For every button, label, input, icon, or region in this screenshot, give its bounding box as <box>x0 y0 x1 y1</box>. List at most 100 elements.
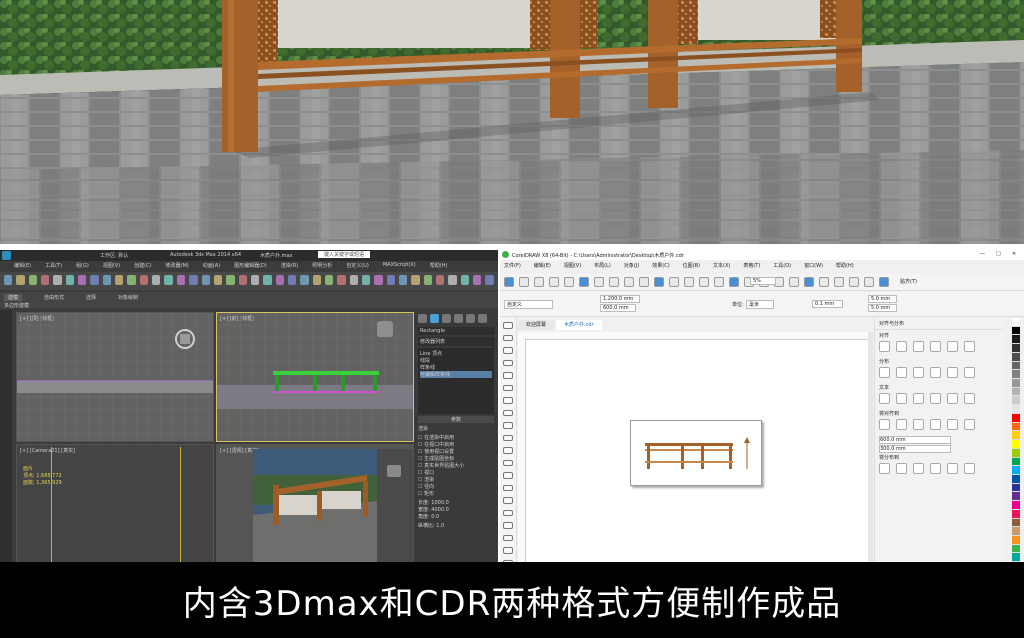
toolbar-icon[interactable] <box>337 275 346 285</box>
render-option-checkbox[interactable]: ☐ 径向 <box>418 483 494 490</box>
menu-item[interactable]: 帮助(H) <box>430 262 448 270</box>
render-option-checkbox[interactable]: ☐ 在视口中启用 <box>418 441 494 448</box>
ribbon-tab[interactable]: 自由形式 <box>44 294 64 301</box>
max-workspace[interactable]: 工作区: 默认 <box>100 252 128 259</box>
toolbar-icon[interactable] <box>639 277 649 287</box>
toolbar-icon[interactable] <box>460 275 470 285</box>
render-option-checkbox[interactable]: ☐ 矩形 <box>418 490 494 497</box>
toolbar-icon[interactable] <box>275 275 284 285</box>
palette-swatch[interactable] <box>1012 501 1020 510</box>
align-button[interactable] <box>930 419 941 430</box>
tool-icon[interactable] <box>503 434 513 441</box>
toolbar-icon[interactable] <box>819 277 829 287</box>
docker-field[interactable]: 300.0 mm <box>879 445 951 453</box>
toolbar-icon[interactable] <box>226 275 235 285</box>
menu-item[interactable]: 动画(A) <box>203 262 220 270</box>
palette-swatch[interactable] <box>1012 405 1020 414</box>
menu-item[interactable]: 工具(T) <box>45 262 62 270</box>
align-button[interactable] <box>930 367 941 378</box>
align-button[interactable] <box>879 393 890 404</box>
palette-swatch[interactable] <box>1012 370 1020 380</box>
toolbar-icon[interactable] <box>609 277 619 287</box>
palette-swatch[interactable] <box>1012 466 1020 475</box>
toolbar-icon[interactable] <box>349 275 358 285</box>
tab-document[interactable]: 木质户外.cdr <box>556 320 602 330</box>
align-button[interactable] <box>896 463 907 474</box>
toolbar-icon[interactable] <box>423 275 433 285</box>
toolbar-icon[interactable] <box>139 275 149 285</box>
toolbar-icon[interactable] <box>729 277 739 287</box>
menu-item[interactable]: 修改器(M) <box>166 262 189 270</box>
toolbar-icon[interactable] <box>519 277 529 287</box>
menu-item[interactable]: 视图(V) <box>103 262 120 270</box>
align-button[interactable] <box>879 341 890 352</box>
menu-item[interactable]: 窗口(W) <box>804 262 823 271</box>
toolbar-icon[interactable] <box>164 275 173 285</box>
command-tab-icon[interactable] <box>478 314 487 323</box>
toolbar-icon[interactable] <box>864 277 874 287</box>
toolbar-icon[interactable] <box>436 275 445 285</box>
menu-item[interactable]: MAXScript(X) <box>383 262 416 270</box>
toolbar-icon[interactable] <box>849 277 859 287</box>
palette-swatch[interactable] <box>1012 335 1020 345</box>
toolbar-icon[interactable] <box>4 275 13 285</box>
align-button[interactable] <box>947 463 958 474</box>
object-name-field[interactable]: Rectangle <box>418 327 494 335</box>
duplicate-x-field[interactable]: 5.0 mm <box>868 295 898 303</box>
align-button[interactable] <box>947 393 958 404</box>
tool-icon[interactable] <box>503 422 513 429</box>
docker-field[interactable]: 600.0 mm <box>879 436 951 444</box>
align-button[interactable] <box>896 419 907 430</box>
toolbar-icon[interactable] <box>65 275 75 285</box>
menu-item[interactable]: 工具(O) <box>773 262 791 271</box>
page-width-field[interactable]: 1,200.0 mm <box>600 295 641 303</box>
align-button[interactable] <box>964 463 975 474</box>
command-tab-icon[interactable] <box>418 314 427 323</box>
toolbar-icon[interactable] <box>834 277 844 287</box>
toolbar-icon[interactable] <box>361 275 371 285</box>
drawing-canvas[interactable] <box>526 340 868 562</box>
tool-icon[interactable] <box>503 459 513 466</box>
toolbar-icon[interactable] <box>684 277 694 287</box>
toolbar-icon[interactable] <box>78 275 87 285</box>
toolbar-icon[interactable] <box>238 275 247 285</box>
render-header[interactable]: 渲染 <box>418 425 494 432</box>
tool-icon[interactable] <box>503 472 513 479</box>
toolbar-icon[interactable] <box>41 275 50 285</box>
tool-icon[interactable] <box>503 509 513 516</box>
max-ribbon-sub[interactable]: 多边形建模 <box>4 302 29 309</box>
snap-menu[interactable]: 贴齐(T) <box>900 278 917 285</box>
viewport-perspective[interactable]: [+] [透视] [真实] <box>216 444 414 562</box>
menu-item[interactable]: 效果(C) <box>652 262 669 271</box>
menu-item[interactable]: 文本(X) <box>713 262 730 271</box>
duplicate-y-field[interactable]: 5.0 mm <box>868 304 898 312</box>
render-option-checkbox[interactable]: ☐ 视口 <box>418 469 494 476</box>
toolbar-icon[interactable] <box>789 277 799 287</box>
menu-item[interactable]: 组(G) <box>76 262 89 270</box>
render-option-checkbox[interactable]: ☐ 在渲染中启用 <box>418 434 494 441</box>
tool-icon[interactable] <box>503 372 513 379</box>
toolbar-icon[interactable] <box>669 277 679 287</box>
toolbar-icon[interactable] <box>263 275 272 285</box>
toolbar-icon[interactable] <box>448 275 457 285</box>
toolbar-icon[interactable] <box>16 275 25 285</box>
tool-icon[interactable] <box>503 409 513 416</box>
toolbar-icon[interactable] <box>189 275 198 285</box>
align-button[interactable] <box>947 341 958 352</box>
palette-swatch[interactable] <box>1012 553 1020 562</box>
align-button[interactable] <box>913 393 924 404</box>
toolbar-icon[interactable] <box>300 275 309 285</box>
menu-item[interactable]: 自定义(U) <box>346 262 369 270</box>
menu-item[interactable]: 视图(V) <box>564 262 581 271</box>
modifier-stack-item[interactable]: Line 顶点 <box>420 350 492 357</box>
menu-item[interactable]: 编辑(E) <box>14 262 31 270</box>
ribbon-tab[interactable]: 选择 <box>86 294 96 301</box>
align-button[interactable] <box>930 341 941 352</box>
toolbar-icon[interactable] <box>152 275 161 285</box>
align-button[interactable] <box>913 341 924 352</box>
params-header[interactable]: 参数 <box>418 416 494 423</box>
toolbar-icon[interactable] <box>115 275 124 285</box>
tool-icon[interactable] <box>503 484 513 491</box>
viewport-top[interactable]: [+] [顶] [线框] <box>16 312 214 442</box>
align-button[interactable] <box>896 341 907 352</box>
